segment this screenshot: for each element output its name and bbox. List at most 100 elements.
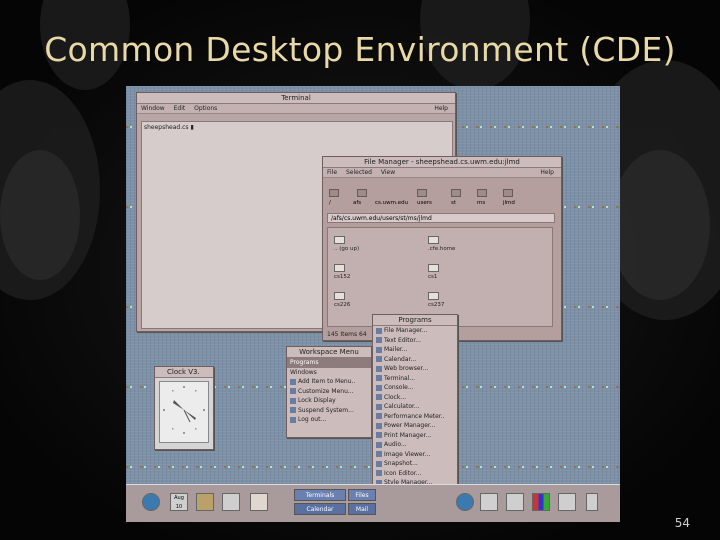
workspace-button-files[interactable]: Files <box>348 489 376 501</box>
path-label: st <box>451 200 457 206</box>
program-icon <box>376 413 382 419</box>
file-manager-menubar: File Selected View Help <box>323 168 561 178</box>
program-icon <box>376 384 382 391</box>
file-list: .. (go up) .cfe.home cs152 cs1 cs226 cs2… <box>327 227 553 327</box>
menu-item-add-item[interactable]: Add Item to Menu.. <box>287 377 371 387</box>
workspace-menu-title: Workspace Menu <box>287 347 371 358</box>
menu-item-logout[interactable]: Log out... <box>287 415 371 425</box>
globe-icon[interactable] <box>456 493 474 511</box>
color-palette-icon[interactable] <box>532 493 550 511</box>
programs-menu-item[interactable]: Power Manager... <box>373 421 457 431</box>
programs-menu-items: File Manager... Text Editor... Mailer... Ca… <box>373 326 457 507</box>
menu-edit[interactable]: Edit <box>174 105 186 112</box>
programs-menu-title: Programs <box>373 315 457 326</box>
folder-icon[interactable] <box>329 189 339 197</box>
menu-selected[interactable]: Selected <box>346 169 372 176</box>
workspace-button-calendar[interactable]: Calendar <box>294 503 346 515</box>
trash-icon[interactable] <box>586 493 598 511</box>
program-icon <box>376 327 382 334</box>
menu-view[interactable]: View <box>381 169 395 176</box>
file-item[interactable]: .. (go up) <box>334 236 384 252</box>
text-editor-icon[interactable] <box>222 493 240 511</box>
terminal-title[interactable]: Terminal <box>137 93 455 104</box>
folder-icon[interactable] <box>451 189 461 197</box>
menu-item-programs[interactable]: Programs <box>287 358 371 368</box>
folder-icon[interactable] <box>357 189 367 197</box>
file-cabinet-icon[interactable] <box>196 493 214 511</box>
programs-menu-item[interactable]: Audio... <box>373 440 457 450</box>
menu-options[interactable]: Options <box>194 105 217 112</box>
cde-desktop-screenshot: Terminal Window Edit Options Help sheeps… <box>126 86 620 522</box>
logout-icon <box>290 416 296 423</box>
slide: Common Desktop Environment (CDE) Termina… <box>0 0 720 540</box>
file-item[interactable]: .cfe.home <box>428 236 478 252</box>
folder-icon[interactable] <box>503 189 513 197</box>
program-icon <box>376 422 382 429</box>
program-icon <box>376 365 382 372</box>
programs-menu-item[interactable]: Web browser... <box>373 364 457 374</box>
menu-item-customize[interactable]: Customize Menu... <box>287 387 371 397</box>
path-label: users <box>417 200 432 206</box>
path-buttons: / afs cs.uwm.edu users st ms jlmd <box>327 189 555 209</box>
programs-menu-item[interactable]: Calculator... <box>373 402 457 412</box>
app-manager-icon[interactable] <box>558 493 576 511</box>
program-icon <box>376 441 382 448</box>
printer-icon[interactable] <box>480 493 498 511</box>
path-label: jlmd <box>503 200 515 206</box>
programs-menu-item[interactable]: Terminal... <box>373 374 457 384</box>
clock-window[interactable]: Clock V3. <box>154 366 214 450</box>
program-icon <box>376 337 382 343</box>
programs-menu-item[interactable]: Calendar... <box>373 355 457 365</box>
globe-icon[interactable] <box>142 493 160 511</box>
file-item[interactable]: cs1 <box>428 264 478 280</box>
workspace-button-mail[interactable]: Mail <box>348 503 376 515</box>
path-label: cs.uwm.edu <box>375 200 409 206</box>
menu-item-windows[interactable]: Windows <box>287 368 371 378</box>
workspace-button-terminals[interactable]: Terminals <box>294 489 346 501</box>
lock-icon <box>290 397 296 404</box>
item-count: 145 Items 64 <box>327 331 367 338</box>
programs-menu-item[interactable]: Image Viewer... <box>373 450 457 460</box>
menu-window[interactable]: Window <box>141 105 165 112</box>
style-manager-icon[interactable] <box>506 493 524 511</box>
folder-icon[interactable] <box>477 189 487 197</box>
programs-menu-item[interactable]: File Manager... <box>373 326 457 336</box>
file-manager-title[interactable]: File Manager - sheepshead.cs.uwm.edu:jlm… <box>323 157 561 168</box>
program-icon <box>376 356 382 362</box>
programs-menu-item[interactable]: Icon Editor... <box>373 469 457 479</box>
program-icon <box>376 451 382 457</box>
menu-help[interactable]: Help <box>434 104 448 114</box>
page-number: 54 <box>674 516 690 530</box>
clock-title[interactable]: Clock V3. <box>155 367 213 378</box>
menu-item-lock[interactable]: Lock Display <box>287 396 371 406</box>
programs-menu-item[interactable]: Print Manager... <box>373 431 457 441</box>
program-icon <box>376 394 382 400</box>
file-item[interactable]: cs226 <box>334 292 384 308</box>
program-icon <box>376 375 382 381</box>
workspace-menu: Workspace Menu Programs Windows Add Item… <box>286 346 372 438</box>
file-item[interactable]: cs237 <box>428 292 478 308</box>
terminal-prompt: sheepshead.cs ▮ <box>144 124 194 131</box>
suspend-icon <box>290 407 296 413</box>
program-icon <box>376 346 382 353</box>
clock-face <box>159 381 209 443</box>
mail-icon[interactable] <box>250 493 268 511</box>
customize-icon <box>290 388 296 394</box>
folder-icon <box>428 292 439 300</box>
path-field[interactable]: /afs/cs.uwm.edu/users/st/ms/jlmd <box>327 213 555 223</box>
add-icon <box>290 378 296 385</box>
menu-help[interactable]: Help <box>540 168 554 178</box>
file-item[interactable]: cs152 <box>334 264 384 280</box>
path-label: ms <box>477 200 486 206</box>
menu-file[interactable]: File <box>327 169 337 176</box>
programs-menu-item[interactable]: Clock... <box>373 393 457 403</box>
programs-menu-item[interactable]: Console... <box>373 383 457 393</box>
programs-menu-item[interactable]: Snapshot... <box>373 459 457 469</box>
folder-icon[interactable] <box>417 189 427 197</box>
programs-menu-item[interactable]: Text Editor... <box>373 336 457 346</box>
folder-icon <box>428 264 439 272</box>
programs-menu-item[interactable]: Mailer... <box>373 345 457 355</box>
programs-menu-item[interactable]: Performance Meter.. <box>373 412 457 422</box>
menu-item-suspend[interactable]: Suspend System... <box>287 406 371 416</box>
calendar-icon[interactable]: Aug 10 <box>170 493 188 511</box>
